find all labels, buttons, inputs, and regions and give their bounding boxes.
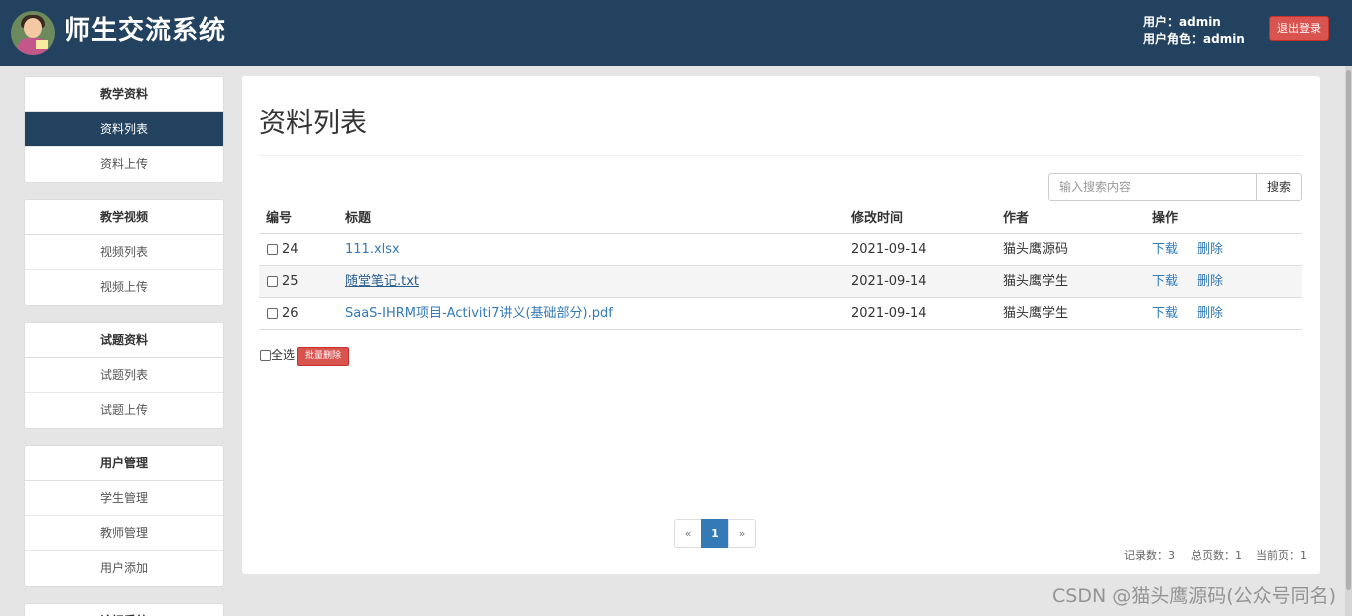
sidebar-group-teaching-materials: 教学资料 资料列表 资料上传	[24, 76, 224, 183]
delete-link[interactable]: 删除	[1197, 234, 1223, 265]
select-all-label[interactable]: 全选	[271, 347, 295, 363]
watermark: CSDN @猫头鹰源码(公众号同名)	[1052, 585, 1337, 607]
main-panel: 资料列表 搜索 编号 标题 修改时间 作者 操作 24 111.xlsx 202…	[242, 76, 1320, 574]
row-title-link[interactable]: SaaS-IHRM项目-Activiti7讲义(基础部分).pdf	[345, 298, 613, 329]
table-row: 26 SaaS-IHRM项目-Activiti7讲义(基础部分).pdf 202…	[259, 298, 1302, 330]
column-header-modified: 修改时间	[851, 211, 904, 226]
sidebar-item-user-add[interactable]: 用户添加	[25, 551, 223, 586]
delete-link[interactable]: 删除	[1197, 298, 1223, 329]
row-title-link[interactable]: 111.xlsx	[345, 234, 400, 265]
row-checkbox[interactable]	[267, 308, 278, 319]
sidebar-item-exam-list[interactable]: 试题列表	[25, 358, 223, 393]
column-header-title: 标题	[345, 211, 372, 226]
search-button[interactable]: 搜索	[1256, 173, 1302, 201]
row-id: 24	[282, 242, 299, 257]
batch-delete-button[interactable]: 批量删除	[297, 347, 349, 366]
pagination-prev[interactable]: «	[674, 519, 702, 548]
pagination-page[interactable]: 1	[701, 519, 729, 548]
page-scrollbar[interactable]	[1345, 66, 1352, 616]
pagination: « 1 »	[674, 519, 756, 548]
sidebar-heading: 教学视频	[25, 200, 223, 235]
scrollbar-thumb[interactable]	[1346, 70, 1351, 590]
row-author: 猫头鹰源码	[1003, 242, 1069, 257]
column-header-actions: 操作	[1152, 211, 1179, 226]
page-title: 资料列表	[259, 108, 367, 139]
row-id: 26	[282, 306, 299, 321]
row-id: 25	[282, 274, 299, 289]
row-checkbox[interactable]	[267, 276, 278, 287]
download-link[interactable]: 下载	[1152, 266, 1178, 297]
total-pages: 总页数：1	[1191, 549, 1242, 562]
sidebar-heading: 论坛系统	[25, 604, 223, 616]
user-label: 用户：admin	[1143, 15, 1221, 29]
search-input[interactable]	[1048, 173, 1258, 201]
row-modified: 2021-09-14	[851, 274, 927, 289]
sidebar-item-material-list[interactable]: 资料列表	[25, 112, 223, 147]
top-header: 师生交流系统 用户：admin 用户角色：admin 退出登录	[0, 0, 1352, 66]
pagination-next[interactable]: »	[728, 519, 756, 548]
sidebar-item-student-management[interactable]: 学生管理	[25, 481, 223, 516]
sidebar-item-material-upload[interactable]: 资料上传	[25, 147, 223, 182]
sidebar-item-video-upload[interactable]: 视频上传	[25, 270, 223, 305]
row-author: 猫头鹰学生	[1003, 274, 1069, 289]
table-row: 24 111.xlsx 2021-09-14 猫头鹰源码 下载 删除	[259, 234, 1302, 266]
user-info: 用户：admin 用户角色：admin	[1143, 14, 1245, 48]
row-title-link[interactable]: 随堂笔记.txt	[345, 266, 419, 297]
sidebar-item-teacher-management[interactable]: 教师管理	[25, 516, 223, 551]
title-divider	[259, 155, 1302, 156]
column-header-id: 编号	[266, 211, 293, 226]
app-logo	[11, 11, 55, 55]
delete-link[interactable]: 删除	[1197, 266, 1223, 297]
sidebar-group-forum: 论坛系统	[24, 603, 224, 616]
current-page: 当前页：1	[1256, 549, 1307, 562]
table-row: 25 随堂笔记.txt 2021-09-14 猫头鹰学生 下载 删除	[259, 266, 1302, 298]
logout-button[interactable]: 退出登录	[1269, 16, 1329, 41]
sidebar-item-video-list[interactable]: 视频列表	[25, 235, 223, 270]
download-link[interactable]: 下载	[1152, 234, 1178, 265]
sidebar-heading: 教学资料	[25, 77, 223, 112]
row-author: 猫头鹰学生	[1003, 306, 1069, 321]
sidebar-group-exam-materials: 试题资料 试题列表 试题上传	[24, 322, 224, 429]
role-label: 用户角色：admin	[1143, 32, 1245, 46]
download-link[interactable]: 下载	[1152, 298, 1178, 329]
app-title: 师生交流系统	[64, 16, 227, 46]
row-modified: 2021-09-14	[851, 306, 927, 321]
sidebar-group-teaching-videos: 教学视频 视频列表 视频上传	[24, 199, 224, 306]
row-checkbox[interactable]	[267, 244, 278, 255]
row-modified: 2021-09-14	[851, 242, 927, 257]
sidebar-group-user-management: 用户管理 学生管理 教师管理 用户添加	[24, 445, 224, 587]
sidebar-item-exam-upload[interactable]: 试题上传	[25, 393, 223, 428]
sidebar-heading: 用户管理	[25, 446, 223, 481]
column-header-author: 作者	[1003, 211, 1030, 226]
sidebar-heading: 试题资料	[25, 323, 223, 358]
record-count: 记录数：3	[1124, 549, 1175, 562]
select-all-checkbox[interactable]	[260, 350, 271, 361]
